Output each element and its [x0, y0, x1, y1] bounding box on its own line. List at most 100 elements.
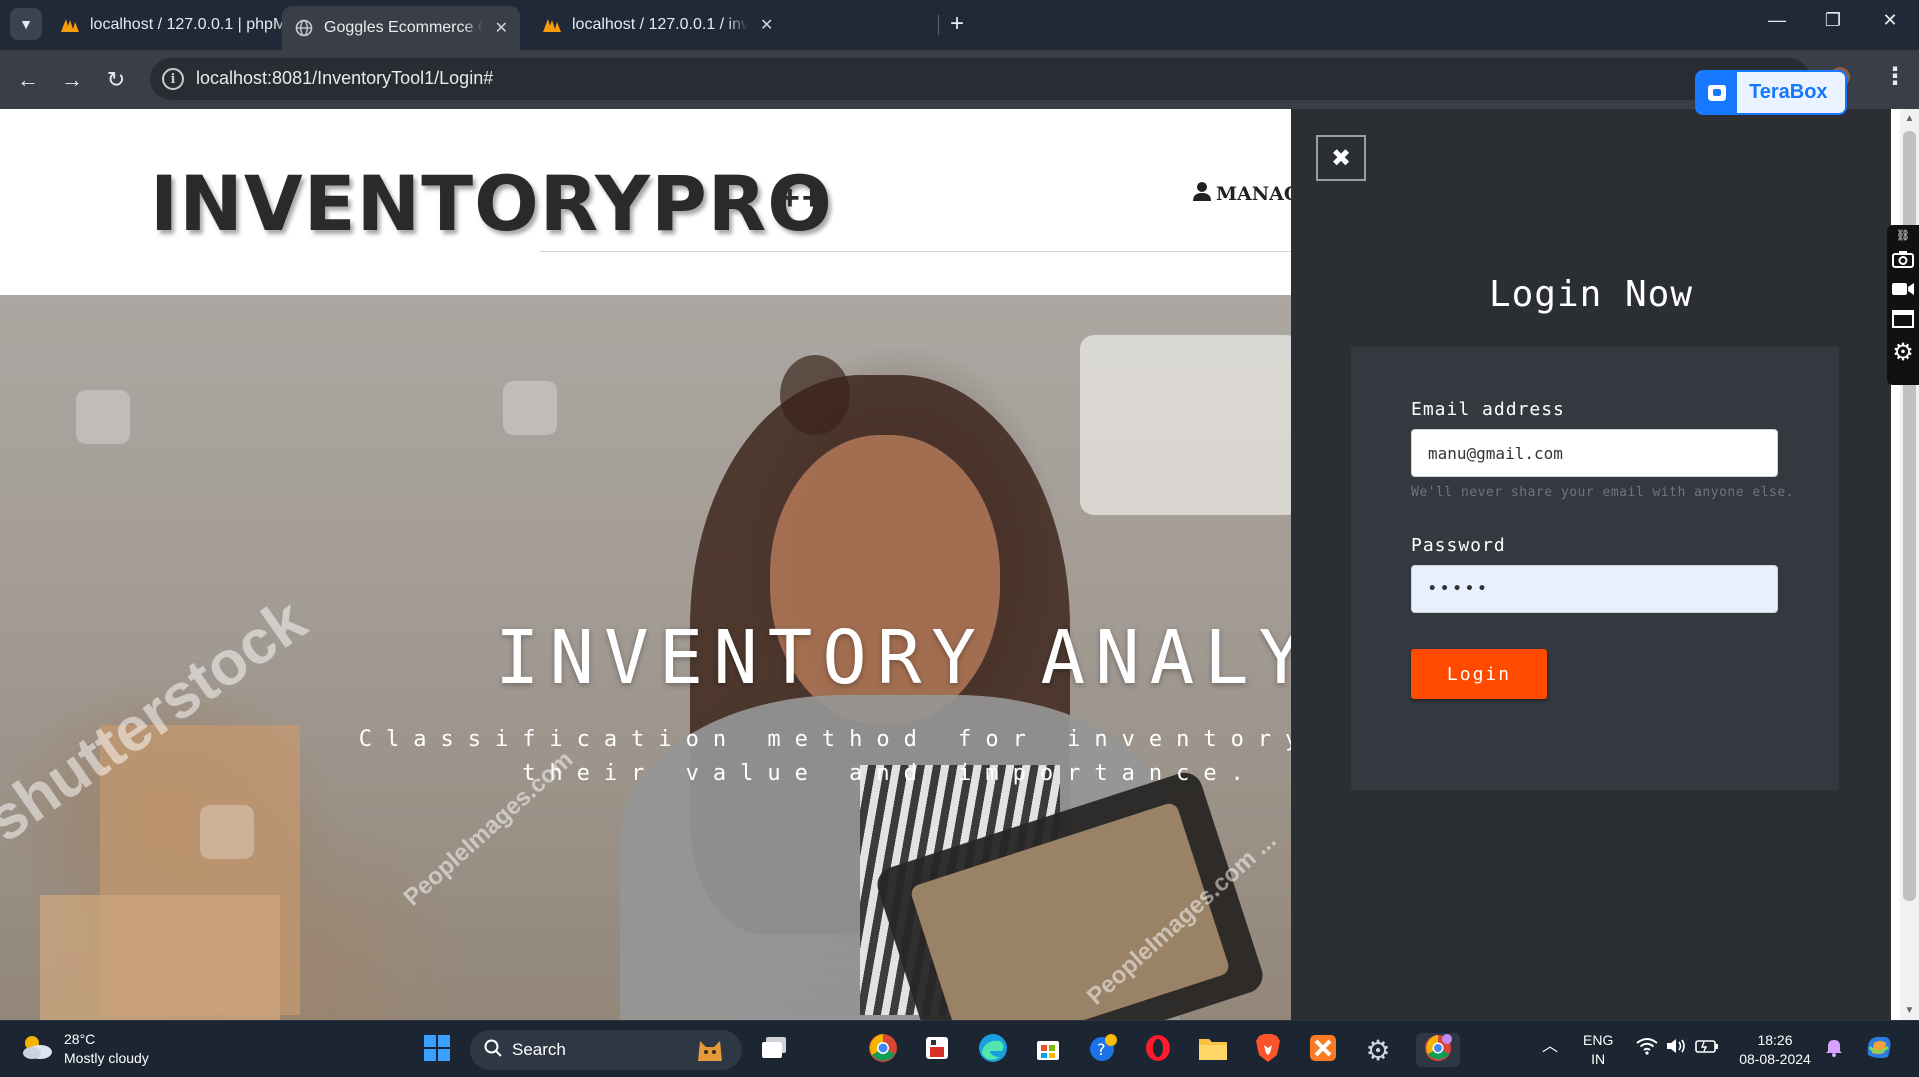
copilot-icon[interactable] [1864, 1033, 1894, 1066]
user-icon [1192, 181, 1212, 206]
info-icon[interactable]: i [162, 68, 184, 90]
forward-button[interactable]: → [56, 64, 88, 96]
taskbar-settings-app[interactable]: ⚙ [1361, 1033, 1395, 1067]
globe-icon [294, 18, 314, 38]
email-field[interactable]: manu@gmail.com [1411, 429, 1778, 477]
restore-button[interactable]: ❐ [1813, 10, 1853, 31]
phpmyadmin-icon [542, 15, 562, 35]
scroll-up-icon[interactable]: ▲ [1900, 113, 1919, 124]
taskbar-chrome-profile[interactable] [1416, 1033, 1460, 1067]
site-logo[interactable]: INVENTORYPRO [150, 159, 833, 248]
tab-inventory-db[interactable]: localhost / 127.0.0.1 / inventory ✕ [530, 6, 785, 44]
hero-title: INVENTORY ANALYS [495, 615, 1291, 701]
hero-subtitle: Classification method for inventory ite … [0, 723, 1291, 791]
screen-capture-toolbar: ⛓ ⚙ [1887, 225, 1919, 385]
close-panel-button[interactable]: ✖ [1316, 135, 1366, 181]
tab-search-button[interactable]: ▼ [10, 8, 42, 40]
tab-title: localhost / 127.0.0.1 / inventory [572, 16, 748, 33]
media-app-icon [923, 1034, 951, 1067]
site-header: INVENTORYPRO ++ MANAG [0, 109, 1300, 295]
back-button[interactable]: ← [12, 64, 44, 96]
battery-icon[interactable] [1695, 1038, 1719, 1059]
taskbar-help[interactable]: ? [1086, 1033, 1120, 1067]
logo-suffix: ++ [780, 179, 824, 217]
close-icon[interactable]: ✕ [760, 15, 773, 35]
nav-manage-link[interactable]: MANAG [1192, 181, 1300, 206]
link-icon[interactable]: ⛓ [1896, 229, 1910, 242]
login-button[interactable]: Login [1411, 649, 1547, 699]
login-panel: ✖ Login Now Email address manu@gmail.com… [1291, 109, 1891, 1020]
shelf-shape [1080, 335, 1291, 515]
tab-goggles-ecommerce[interactable]: Goggles Ecommerce Category Bootstrap ✕ [282, 6, 520, 50]
password-label: Password [1411, 535, 1506, 556]
taskbar-search[interactable]: Search [470, 1030, 742, 1070]
speaker-icon[interactable] [1665, 1037, 1687, 1060]
reload-icon: ↻ [106, 67, 126, 92]
email-label: Email address [1411, 399, 1565, 420]
new-tab-button[interactable]: + [950, 10, 964, 38]
brave-icon [1255, 1033, 1281, 1068]
gear-icon: ⚙ [1365, 1034, 1391, 1066]
clock[interactable]: 18:26 08-08-2024 [1735, 1031, 1815, 1069]
terabox-extension-button[interactable]: TeraBox [1695, 70, 1847, 115]
search-icon [484, 1039, 502, 1062]
watermark-icon [200, 805, 254, 859]
box-shape [40, 895, 280, 1020]
language-indicator[interactable]: ENG IN [1583, 1031, 1613, 1069]
phpmyadmin-icon [60, 15, 80, 35]
tab-title: Goggles Ecommerce Category Bootstrap [324, 19, 483, 36]
close-icon[interactable]: ✕ [495, 18, 508, 38]
task-view-icon [760, 1036, 788, 1065]
tray-chevron-up-icon[interactable]: ︿ [1542, 1037, 1558, 1056]
header-divider [540, 251, 1291, 252]
edge-icon [978, 1033, 1008, 1068]
taskbar-file-explorer[interactable] [1196, 1033, 1230, 1067]
opera-icon [1144, 1034, 1172, 1067]
password-value: ••••• [1428, 581, 1491, 597]
login-form: Email address manu@gmail.com We'll never… [1351, 347, 1839, 790]
url-text: localhost:8081/InventoryTool1/Login# [196, 68, 494, 88]
search-label: Search [512, 1040, 566, 1059]
window-capture-icon[interactable] [1892, 310, 1914, 333]
tab-title: localhost / 127.0.0.1 | phpMyAdmin [90, 16, 300, 33]
nav-manage-label: MANAG [1216, 182, 1301, 205]
minimize-button[interactable]: — [1757, 10, 1797, 31]
chevron-down-icon: ▼ [19, 16, 33, 32]
email-value: manu@gmail.com [1428, 443, 1563, 463]
taskbar-chrome[interactable] [866, 1033, 900, 1067]
scroll-down-icon[interactable]: ▼ [1900, 1005, 1919, 1016]
taskbar-edge[interactable] [976, 1033, 1010, 1067]
language-code: ENG [1583, 1032, 1614, 1048]
cat-icon [692, 1033, 728, 1068]
start-button[interactable] [420, 1033, 454, 1067]
taskbar-opera[interactable] [1141, 1033, 1175, 1067]
wifi-icon[interactable] [1636, 1037, 1658, 1060]
email-help-text: We'll never share your email with anyone… [1411, 485, 1795, 500]
window-close-button[interactable]: ✕ [1870, 10, 1910, 31]
help-icon: ? [1088, 1033, 1118, 1068]
login-title: Login Now [1488, 274, 1694, 315]
notification-bell-icon[interactable] [1824, 1037, 1844, 1062]
taskbar-brave[interactable] [1251, 1033, 1285, 1067]
taskbar-xampp[interactable] [1306, 1033, 1340, 1067]
reload-button[interactable]: ↻ [100, 64, 132, 96]
windows-taskbar: 28°C Mostly cloudy Search ? ⚙ ︿ ENG IN 1… [0, 1020, 1919, 1077]
video-icon[interactable] [1891, 281, 1915, 302]
taskbar-app-media[interactable] [920, 1033, 954, 1067]
password-field[interactable]: ••••• [1411, 565, 1778, 613]
address-bar[interactable]: i localhost:8081/InventoryTool1/Login# [150, 58, 1810, 100]
chrome-icon [868, 1033, 898, 1068]
browser-menu-button[interactable]: ⋮ [1880, 62, 1910, 91]
windows-logo-icon [423, 1034, 451, 1067]
gear-icon[interactable]: ⚙ [1892, 341, 1914, 365]
language-region: IN [1591, 1051, 1606, 1067]
taskbar-store[interactable] [1031, 1033, 1065, 1067]
hero-banner: shutterstock PeopleImages.com PeopleImag… [0, 295, 1291, 1020]
weather-widget[interactable]: 28°C Mostly cloudy [20, 1030, 149, 1068]
clock-time: 18:26 [1757, 1032, 1793, 1048]
watermark-icon [503, 381, 557, 435]
clock-date: 08-08-2024 [1739, 1051, 1811, 1067]
camera-icon[interactable] [1892, 250, 1914, 273]
task-view-button[interactable] [757, 1033, 791, 1067]
close-icon: ✖ [1330, 144, 1352, 172]
